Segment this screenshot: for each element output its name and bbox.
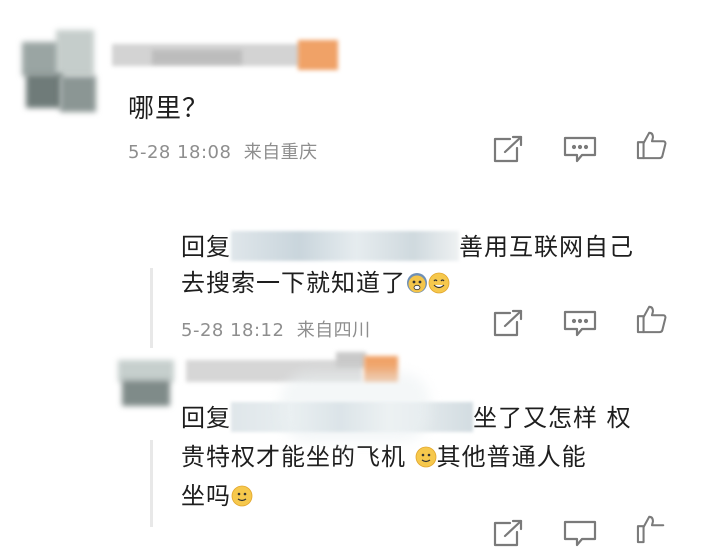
share-icon[interactable] [490,518,526,548]
reply-1-time: 5-28 18:12 [181,320,285,341]
reply-1-meta: 5-28 18:12 来自四川 [181,316,371,342]
reply-1-text-line1: 回复 善用互联网自己 [181,227,634,262]
share-icon[interactable] [490,134,526,164]
reply-1-prefix: 回复 [181,233,231,261]
share-icon[interactable] [490,308,526,338]
reply-1-location: 来自四川 [296,320,371,341]
reply-2-prefix: 回复 [181,404,231,432]
username-redacted[interactable] [112,36,338,76]
slight-smile-emoji-icon [415,446,437,468]
comment-location: 来自重庆 [243,142,318,163]
comment-text: 哪里？ [128,94,210,124]
thumbs-up-icon[interactable] [634,130,670,160]
reply-2-left-line [150,440,153,527]
reply-1-suffix: 善用互联网自己 [459,233,634,261]
comment-icon[interactable] [562,308,598,338]
reply-2-text-line2: 贵特权才能坐的飞机 其他普通人能 [181,443,587,471]
comment-time: 5-28 18:08 [128,142,232,163]
slight-smile-emoji-icon [231,485,253,507]
comment-meta: 5-28 18:08 来自重庆 [128,138,318,164]
comment-icon[interactable] [562,134,598,164]
avatar[interactable] [22,30,98,118]
reply-2-suffix: 坐了又怎样 权 [473,404,632,432]
avatar[interactable] [118,360,174,406]
thumbs-up-icon[interactable] [634,514,670,544]
fearful-emoji-icon [406,272,428,294]
comment-icon[interactable] [562,518,598,548]
reply-1-text-line2: 去搜索一下就知道了 [181,263,450,298]
redacted-username-1[interactable] [231,231,459,261]
reply-1-left-line [150,268,153,348]
reply-2-text-line3: 坐吗 [181,476,253,511]
smile-emoji-icon [428,272,450,294]
redaction-overlay [280,372,430,442]
thumbs-up-icon[interactable] [634,304,670,334]
